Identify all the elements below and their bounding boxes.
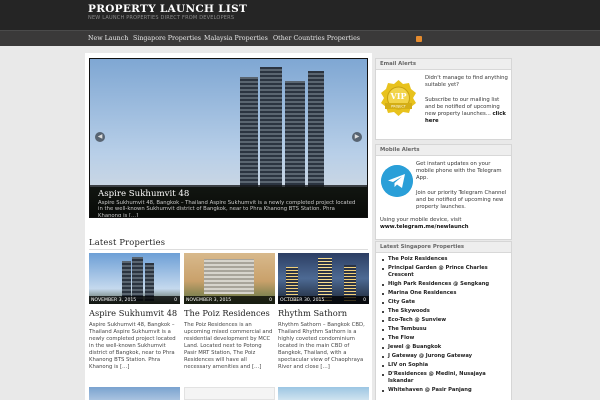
post-date: OCTOBER 30, 2015 xyxy=(280,298,325,303)
site-header: PROPERTY LAUNCH LIST NEW LAUNCH PROPERTI… xyxy=(0,0,600,30)
nav-item-malaysia-properties[interactable]: Malaysia Properties xyxy=(204,35,268,42)
arrow-left-icon[interactable]: ◀ xyxy=(95,132,105,142)
latest-properties-heading: Latest Properties xyxy=(89,237,166,247)
post-title[interactable]: Rhythm Sathorn xyxy=(278,308,347,318)
post-excerpt: Rhythm Sathorn – Bangkok CBD, Thailand R… xyxy=(278,322,365,370)
slide-excerpt: Aspire Sukhumvit 48, Bangkok – Thailand … xyxy=(98,200,356,218)
mobile-alerts-widget: Mobile Alerts Get instant updates on you… xyxy=(375,144,512,240)
comment-count[interactable]: 0 xyxy=(269,298,272,303)
post-thumbnail[interactable]: NOVEMBER 3, 2015 0 xyxy=(184,253,275,304)
mobile-channel-text: Join our priority Telegram Channel and b… xyxy=(416,190,507,210)
post-thumbnail[interactable] xyxy=(89,387,180,400)
mobile-intro-text: Get instant updates on your mobile phone… xyxy=(416,161,502,181)
post-meta: OCTOBER 30, 2015 0 xyxy=(278,296,369,304)
post-meta: NOVEMBER 3, 2015 0 xyxy=(184,296,275,304)
telegram-icon[interactable] xyxy=(381,165,413,197)
email-subscribe-copy: Subscribe to our mailing list and be not… xyxy=(425,97,500,117)
nav-item-singapore-properties[interactable]: Singapore Properties xyxy=(133,35,201,42)
post-date: NOVEMBER 3, 2015 xyxy=(186,298,232,303)
list-item[interactable]: The Skywoods xyxy=(382,308,510,315)
widget-title: Email Alerts xyxy=(376,59,511,70)
featured-slider[interactable]: ◀ ▶ Aspire Sukhumvit 48 Aspire Sukhumvit… xyxy=(89,58,368,218)
telegram-link[interactable]: www.telegram.me/newlaunch xyxy=(380,224,510,231)
rss-icon[interactable] xyxy=(416,36,422,42)
list-item[interactable]: Marina One Residences xyxy=(382,290,510,297)
post-meta: NOVEMBER 3, 2015 0 xyxy=(89,296,180,304)
post-thumbnail[interactable]: OCTOBER 30, 2015 0 xyxy=(278,253,369,304)
comment-count[interactable]: 0 xyxy=(363,298,366,303)
list-item[interactable]: Jewel @ Buangkok xyxy=(382,344,510,351)
list-item[interactable]: High Park Residences @ Sengkang xyxy=(382,281,510,288)
widget-title: Mobile Alerts xyxy=(376,145,511,156)
nav-item-other-countries[interactable]: Other Countries Properties xyxy=(273,35,360,42)
slide-caption: Aspire Sukhumvit 48 Aspire Sukhumvit 48,… xyxy=(90,185,367,217)
list-item[interactable]: City Gate xyxy=(382,299,510,306)
email-intro-text: Didn't manage to find anything suitable … xyxy=(425,75,508,88)
list-item[interactable]: Eco-Tech @ Sunview xyxy=(382,317,510,324)
site-tagline: NEW LAUNCH PROPERTIES DIRECT FROM DEVELO… xyxy=(88,15,235,21)
post-excerpt: The Poiz Residences is an upcoming mixed… xyxy=(184,322,273,370)
post-title[interactable]: Aspire Sukhumvit 48 xyxy=(89,308,177,318)
building-shape xyxy=(240,77,258,197)
list-item[interactable]: LIV on Sophia xyxy=(382,362,510,369)
list-item[interactable]: Whitehaven @ Pasir Panjang xyxy=(382,387,510,394)
singapore-property-list: The Poiz Residences Principal Garden @ P… xyxy=(382,256,510,396)
building-shape xyxy=(132,257,143,301)
building-shape xyxy=(308,71,324,197)
post-title[interactable]: The Poiz Residences xyxy=(184,308,270,318)
main-nav: New Launch Singapore Properties Malaysia… xyxy=(0,30,600,46)
vip-badge-label: VIP xyxy=(390,91,407,101)
widget-title: Latest Singapore Properties xyxy=(376,242,511,253)
list-item[interactable]: The Flow xyxy=(382,335,510,342)
building-shape xyxy=(318,258,332,301)
building-shape xyxy=(260,67,282,197)
post-card: NOVEMBER 3, 2015 0 The Poiz Residences T… xyxy=(184,253,275,370)
email-subscribe-text: Subscribe to our mailing list and be not… xyxy=(425,97,510,125)
list-item[interactable]: The Poiz Residences xyxy=(382,256,510,263)
divider xyxy=(89,249,368,250)
post-thumbnail[interactable] xyxy=(278,387,369,400)
nav-item-new-launch[interactable]: New Launch xyxy=(88,35,128,42)
post-date: NOVEMBER 3, 2015 xyxy=(91,298,137,303)
post-thumbnail[interactable]: NOVEMBER 3, 2015 0 xyxy=(89,253,180,304)
site-title[interactable]: PROPERTY LAUNCH LIST xyxy=(88,3,247,15)
post-card: NOVEMBER 3, 2015 0 Aspire Sukhumvit 48 A… xyxy=(89,253,180,370)
list-item[interactable]: D'Residences @ Medini, Nusajaya Iskandar xyxy=(382,371,510,385)
comment-count[interactable]: 0 xyxy=(174,298,177,303)
building-shape xyxy=(204,259,254,294)
singapore-properties-widget: Latest Singapore Properties The Poiz Res… xyxy=(375,241,512,400)
email-alerts-widget: Email Alerts VIP PROJECT Didn't manage t… xyxy=(375,58,512,140)
building-shape xyxy=(285,81,305,197)
list-item[interactable]: Principal Garden @ Prince Charles Cresce… xyxy=(382,265,510,279)
post-thumbnail[interactable] xyxy=(184,387,275,400)
telegram-link-text[interactable]: www.telegram.me/newlaunch xyxy=(380,224,469,230)
post-card: OCTOBER 30, 2015 0 Rhythm Sathorn Rhythm… xyxy=(278,253,369,370)
vip-badge-icon: VIP PROJECT xyxy=(381,80,416,116)
building-shape xyxy=(122,261,131,301)
list-item[interactable]: J Gateway @ Jurong Gateway xyxy=(382,353,510,360)
vip-badge-sublabel: PROJECT xyxy=(391,105,407,109)
post-excerpt: Aspire Sukhumvit 48, Bangkok – Thailand … xyxy=(89,322,176,370)
list-item[interactable]: The Tembusu xyxy=(382,326,510,333)
slide-title[interactable]: Aspire Sukhumvit 48 xyxy=(98,189,359,199)
mobile-visit-text: Using your mobile device, visit xyxy=(380,217,462,223)
arrow-right-icon[interactable]: ▶ xyxy=(352,132,362,142)
